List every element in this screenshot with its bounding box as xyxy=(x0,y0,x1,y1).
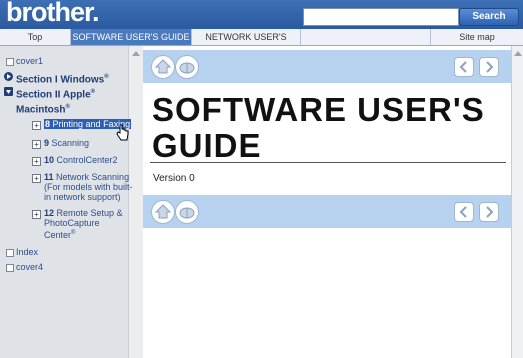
home-icon[interactable] xyxy=(151,200,175,224)
collapse-arrow-icon[interactable] xyxy=(4,87,13,96)
section-apple-label-line2: Macintosh xyxy=(16,104,66,116)
version-text: Version 0 xyxy=(153,173,195,184)
registered-mark: ® xyxy=(104,74,109,80)
item-label-line3: in network support) xyxy=(44,192,121,202)
sidebar-item-cover4[interactable]: cover4 xyxy=(16,262,43,272)
sidebar-item-section-windows[interactable]: Section I Windows® xyxy=(16,71,109,86)
scroll-up-arrow-icon[interactable] xyxy=(514,51,522,56)
chevron-left-icon xyxy=(459,61,467,73)
item-number: 10 xyxy=(44,155,55,165)
tab-top[interactable]: Top xyxy=(0,29,71,45)
bottom-nav-band xyxy=(143,195,511,228)
expand-plus-icon[interactable]: + xyxy=(32,140,41,149)
content-scrollbar[interactable] xyxy=(511,46,523,358)
item-label: Network Scanning xyxy=(56,172,130,182)
chevron-left-icon xyxy=(459,206,467,218)
chevron-right-icon xyxy=(486,206,494,218)
previous-page-button[interactable] xyxy=(454,202,474,222)
registered-mark: ® xyxy=(71,230,76,236)
page-title-line2: GUIDE xyxy=(152,127,262,164)
sidebar-item-scanning[interactable]: 9 Scanning xyxy=(44,138,89,148)
registered-mark: ® xyxy=(65,104,70,111)
search-input[interactable] xyxy=(303,8,459,26)
search-button[interactable]: Search xyxy=(459,8,519,26)
title-divider xyxy=(150,162,506,163)
item-number: 8 xyxy=(45,119,51,129)
sidebar-item-cover1[interactable]: cover1 xyxy=(16,56,43,66)
item-label-line2: PhotoCapture xyxy=(44,218,100,228)
next-page-button[interactable] xyxy=(479,57,499,77)
tab-network-users-guide[interactable]: NETWORK USER'S GUIDE xyxy=(192,29,301,58)
bullet-icon xyxy=(6,58,14,66)
page-title-line1: SOFTWARE USER'S xyxy=(152,91,485,128)
expand-arrow-icon[interactable] xyxy=(4,72,13,81)
item-label-line2: (For models with built- xyxy=(44,182,133,192)
expand-plus-icon[interactable]: + xyxy=(32,121,41,130)
next-page-button[interactable] xyxy=(479,202,499,222)
item-number: 9 xyxy=(44,138,50,148)
sidebar-scrollbar[interactable] xyxy=(128,46,144,358)
tab-site-map[interactable]: Site map xyxy=(430,29,523,45)
scroll-up-arrow-icon[interactable] xyxy=(132,51,140,56)
top-bar: brother. Search xyxy=(0,0,523,29)
item-label: ControlCenter2 xyxy=(56,155,118,165)
sidebar-item-network-scanning[interactable]: 11 Network Scanning (For models with buil… xyxy=(44,172,133,202)
sidebar-item-remote-setup[interactable]: 12 Remote Setup & PhotoCapture Center® xyxy=(44,208,123,240)
tab-software-users-guide[interactable]: SOFTWARE USER'S GUIDE xyxy=(71,29,192,45)
brother-logo[interactable]: brother. xyxy=(6,0,100,28)
section-windows-label: Section I Windows xyxy=(16,74,105,86)
top-nav-band xyxy=(143,50,511,83)
sidebar-item-index[interactable]: Index xyxy=(16,247,38,257)
tab-bar: Top SOFTWARE USER'S GUIDE NETWORK USER'S… xyxy=(0,29,523,58)
book-icon[interactable] xyxy=(175,200,199,224)
book-icon[interactable] xyxy=(175,55,199,79)
bullet-icon xyxy=(6,264,14,272)
bullet-icon xyxy=(6,249,14,257)
expand-plus-icon[interactable]: + xyxy=(32,210,41,219)
item-label: Remote Setup & xyxy=(56,208,123,218)
item-number: 12 xyxy=(44,208,55,218)
item-label: Scanning xyxy=(51,138,90,148)
sidebar-item-controlcenter2[interactable]: 10 ControlCenter2 xyxy=(44,155,118,165)
hand-cursor-icon xyxy=(116,124,129,141)
home-icon[interactable] xyxy=(151,55,175,79)
sidebar-item-section-apple[interactable]: Section II Apple® Macintosh® xyxy=(16,86,95,117)
registered-mark: ® xyxy=(90,89,96,95)
expand-plus-icon[interactable]: + xyxy=(32,157,41,166)
chevron-right-icon xyxy=(486,61,494,73)
previous-page-button[interactable] xyxy=(454,57,474,77)
item-number: 11 xyxy=(44,172,54,182)
expand-plus-icon[interactable]: + xyxy=(32,174,41,183)
item-label-line3: Center xyxy=(44,230,72,240)
page-title: SOFTWARE USER'S GUIDE xyxy=(152,92,502,164)
section-apple-label: Section II Apple xyxy=(16,89,91,101)
